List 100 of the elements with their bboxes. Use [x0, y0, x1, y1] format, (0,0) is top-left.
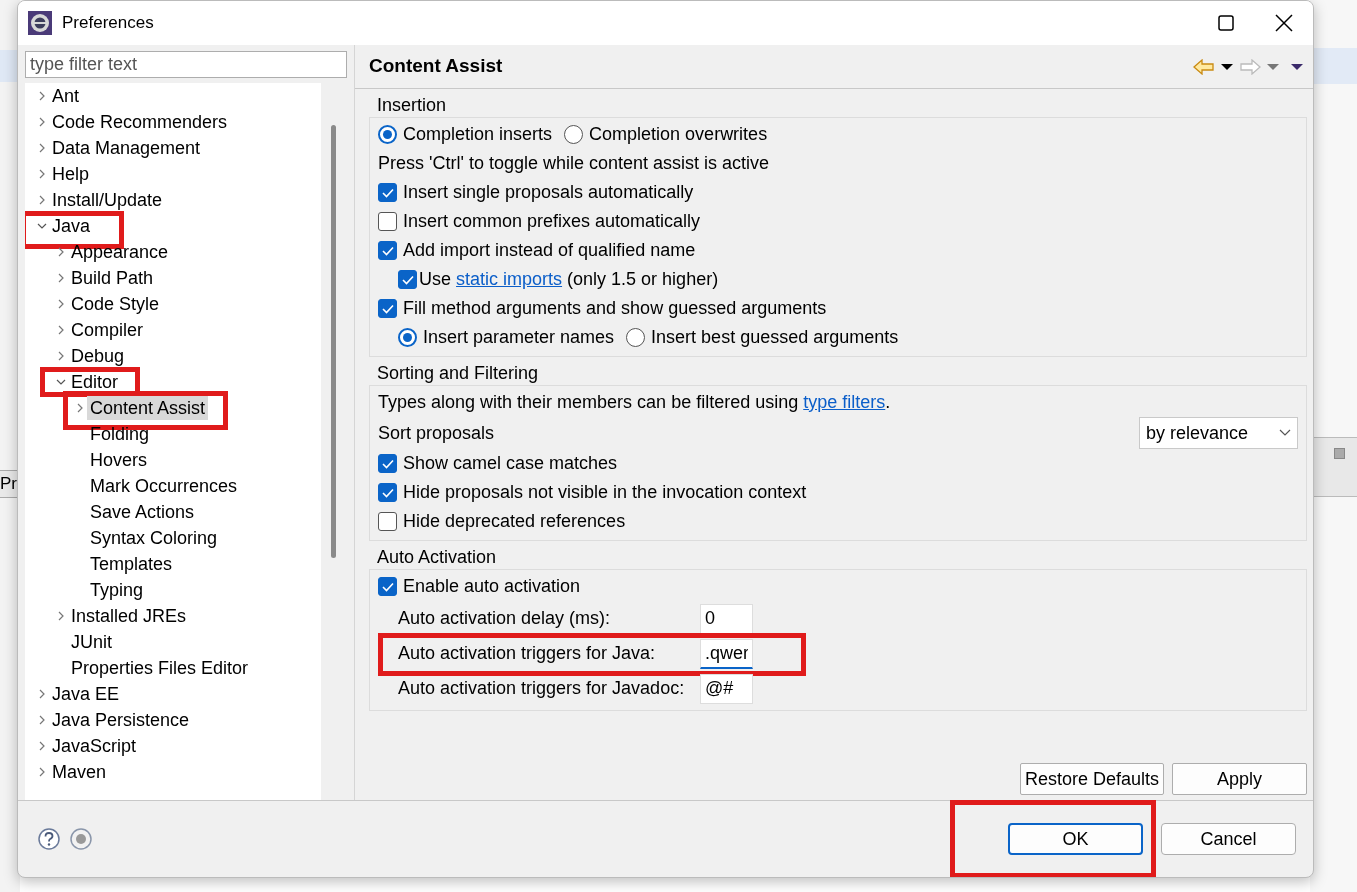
page-button[interactable]: Apply — [1172, 763, 1307, 795]
checkbox[interactable] — [398, 270, 417, 289]
tree-item[interactable]: Java Persistence — [49, 708, 193, 732]
tree-item[interactable]: Hovers — [87, 448, 150, 472]
tree-item[interactable]: JUnit — [68, 630, 115, 654]
dropdown-icon[interactable] — [1221, 62, 1233, 71]
collapse-chevron-icon[interactable] — [56, 377, 66, 387]
dialog-button[interactable]: OK — [1008, 823, 1143, 855]
check-icon — [381, 187, 394, 198]
tree-item[interactable]: Ant — [49, 84, 83, 108]
view-menu-icon[interactable] — [1291, 62, 1303, 71]
tree-item[interactable]: Maven — [49, 760, 110, 784]
expand-chevron-icon[interactable] — [56, 611, 66, 621]
tree-item[interactable]: Help — [49, 162, 93, 186]
expand-chevron-icon[interactable] — [37, 169, 47, 179]
check-icon — [381, 581, 394, 592]
collapse-chevron-icon[interactable] — [37, 221, 47, 231]
expand-chevron-icon[interactable] — [37, 91, 47, 101]
tree-item[interactable]: Java — [49, 214, 94, 238]
tree-item[interactable]: Code Style — [68, 292, 163, 316]
expand-chevron-icon[interactable] — [56, 273, 66, 283]
group-title: Insertion — [376, 94, 448, 117]
checkbox-label: Insert common prefixes automatically — [403, 210, 701, 233]
help-icon[interactable] — [38, 828, 60, 850]
tree-item[interactable]: Debug — [68, 344, 128, 368]
group-title: Auto Activation — [376, 546, 498, 569]
tree-item[interactable]: Data Management — [49, 136, 204, 160]
tree-item[interactable]: Content Assist — [87, 396, 209, 420]
radio-button[interactable] — [564, 125, 584, 144]
radio-button[interactable] — [626, 328, 646, 347]
expand-chevron-icon[interactable] — [37, 117, 47, 127]
tree-item[interactable]: Templates — [87, 552, 176, 576]
link[interactable]: type filters — [803, 392, 886, 412]
field-label: Auto activation delay (ms): — [397, 607, 612, 630]
check-icon — [401, 274, 414, 285]
checkbox[interactable] — [378, 577, 397, 596]
checkbox[interactable] — [378, 483, 397, 502]
expand-chevron-icon[interactable] — [37, 741, 47, 751]
checkbox[interactable] — [378, 299, 397, 318]
tree-item[interactable]: Build Path — [68, 266, 157, 290]
tree-item[interactable]: Appearance — [68, 240, 172, 264]
expand-chevron-icon[interactable] — [56, 325, 66, 335]
radio-label: Insert best guessed arguments — [651, 326, 899, 349]
back-arrow-icon[interactable] — [1193, 58, 1215, 75]
expand-chevron-icon[interactable] — [75, 403, 85, 413]
chevron-down-icon — [1279, 429, 1291, 437]
checkbox[interactable] — [378, 241, 397, 260]
window-title: Preferences — [62, 12, 154, 35]
radio-label: Completion inserts — [403, 123, 553, 146]
checkbox-label: Add import instead of qualified name — [403, 239, 696, 262]
radio-button[interactable] — [378, 125, 397, 144]
checkbox-label: Use static imports (only 1.5 or higher) — [419, 268, 719, 291]
input-field[interactable]: 0 — [700, 603, 753, 634]
tree-item[interactable]: Install/Update — [49, 188, 166, 212]
expand-chevron-icon[interactable] — [37, 195, 47, 205]
maximize-icon — [1218, 15, 1234, 31]
check-icon — [381, 245, 394, 256]
field-label: Auto activation triggers for Java: — [397, 642, 657, 665]
input-field[interactable]: .qwer — [700, 638, 753, 669]
tree-item[interactable]: Compiler — [68, 318, 147, 342]
link[interactable]: static imports — [456, 269, 563, 289]
checkbox[interactable] — [378, 183, 397, 202]
note-text: Press 'Ctrl' to toggle while content assist is active — [378, 152, 770, 175]
tree-item[interactable]: Folding — [87, 422, 153, 446]
radio-label: Completion overwrites — [589, 123, 768, 146]
expand-chevron-icon[interactable] — [56, 247, 66, 257]
tree-item[interactable]: Installed JREs — [68, 604, 190, 628]
tree-item[interactable]: Code Recommenders — [49, 110, 231, 134]
sort-dropdown[interactable]: by relevance — [1139, 417, 1298, 449]
checkbox-label: Fill method arguments and show guessed arguments — [403, 297, 827, 320]
page-button[interactable]: Restore Defaults — [1019, 763, 1164, 795]
tree-item[interactable]: Save Actions — [87, 500, 198, 524]
tree-item[interactable]: JavaScript — [49, 734, 140, 758]
check-icon — [381, 487, 394, 498]
page-title: Content Assist — [369, 54, 503, 79]
record-icon[interactable] — [70, 828, 92, 850]
expand-chevron-icon[interactable] — [37, 767, 47, 777]
tab-label[interactable]: Pr — [0, 470, 20, 498]
app-icon — [28, 11, 52, 35]
expand-chevron-icon[interactable] — [37, 715, 47, 725]
expand-chevron-icon[interactable] — [56, 299, 66, 309]
tree-item[interactable]: Mark Occurrences — [87, 474, 241, 498]
checkbox[interactable] — [378, 212, 397, 231]
filter-field[interactable]: type filter text — [25, 51, 347, 78]
radio-button[interactable] — [398, 328, 417, 347]
tree-item[interactable]: Editor — [68, 370, 122, 394]
expand-chevron-icon[interactable] — [37, 143, 47, 153]
checkbox[interactable] — [378, 454, 397, 473]
checkbox-label: Hide deprecated references — [403, 510, 626, 533]
tree-item[interactable]: Properties Files Editor — [68, 656, 252, 680]
note-text: Types along with their members can be filtered using type filters. — [378, 391, 891, 414]
dialog-button[interactable]: Cancel — [1161, 823, 1296, 855]
tree-item[interactable]: Syntax Coloring — [87, 526, 221, 550]
input-field[interactable]: @# — [700, 673, 753, 704]
tree-item[interactable]: Typing — [87, 578, 147, 602]
checkbox[interactable] — [378, 512, 397, 531]
expand-chevron-icon[interactable] — [37, 689, 47, 699]
tree-item[interactable]: Java EE — [49, 682, 123, 706]
select-label: Sort proposals — [378, 421, 495, 445]
expand-chevron-icon[interactable] — [56, 351, 66, 361]
